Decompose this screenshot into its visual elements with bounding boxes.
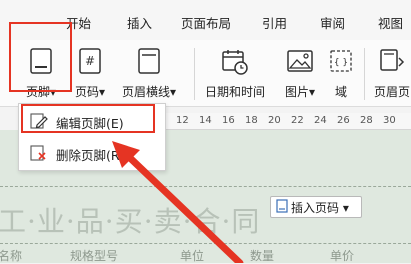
red-arrow-icon (112, 141, 244, 263)
